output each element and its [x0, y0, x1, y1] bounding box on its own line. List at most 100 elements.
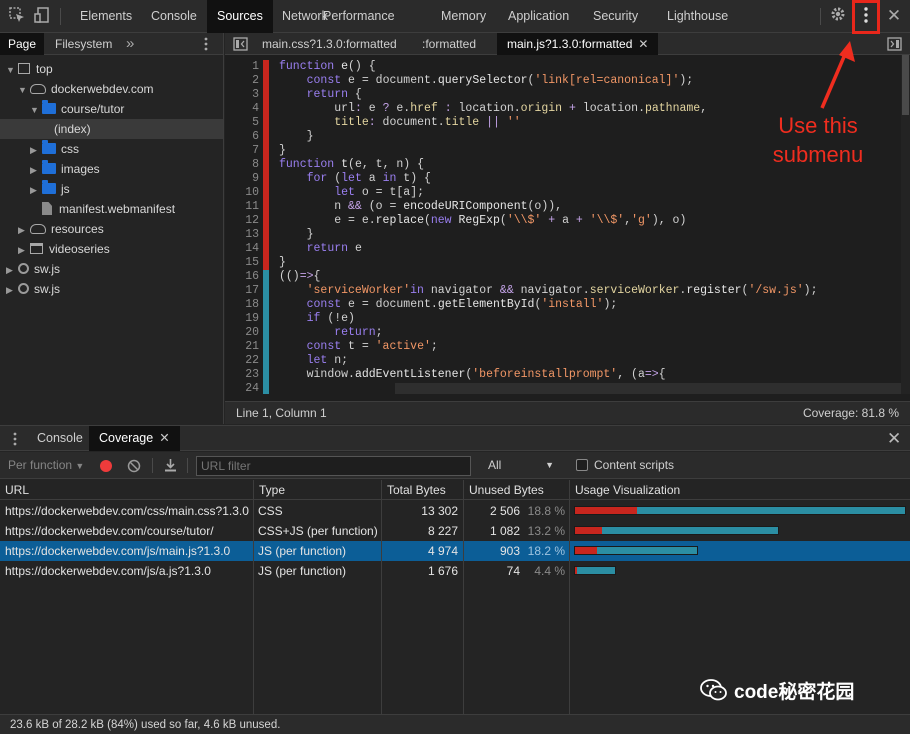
- device-toolbar-icon[interactable]: [33, 6, 53, 26]
- more-tabs-chevron-icon[interactable]: »: [126, 35, 134, 52]
- type-filter-select[interactable]: All ▼: [488, 458, 556, 472]
- clear-icon[interactable]: [127, 459, 141, 476]
- tree-item[interactable]: ▼ course/tutor: [0, 99, 223, 119]
- column-header-total-bytes[interactable]: Total Bytes: [382, 480, 463, 500]
- code-line[interactable]: 1 function e() {: [225, 60, 910, 74]
- tree-item[interactable]: ▶ css: [0, 139, 223, 159]
- tree-item[interactable]: ▼ top: [0, 59, 223, 79]
- table-row[interactable]: https://dockerwebdev.com/css/main.css?1.…: [0, 501, 910, 521]
- tab-sources[interactable]: Sources: [207, 0, 273, 33]
- code-line[interactable]: 13 }: [225, 228, 910, 242]
- expand-triangle-icon[interactable]: ▶: [30, 140, 42, 160]
- code-line[interactable]: 23 window.addEventListener('beforeinstal…: [225, 368, 910, 382]
- column-header-usage-visualization[interactable]: Usage Visualization: [570, 480, 910, 500]
- code-line[interactable]: 10 let o = t[a];: [225, 186, 910, 200]
- url-filter-input[interactable]: [196, 456, 471, 476]
- column-header-unused-bytes[interactable]: Unused Bytes: [464, 480, 569, 500]
- line-number[interactable]: 24: [225, 382, 263, 394]
- line-number[interactable]: 16: [225, 270, 263, 284]
- line-number[interactable]: 13: [225, 228, 263, 242]
- toggle-navigator-icon[interactable]: [233, 37, 248, 54]
- tree-item[interactable]: ▶ images: [0, 159, 223, 179]
- expand-triangle-icon[interactable]: ▶: [30, 180, 42, 200]
- drawer-tab-coverage[interactable]: Coverage ✕: [89, 426, 180, 451]
- line-number[interactable]: 8: [225, 158, 263, 172]
- record-button[interactable]: [100, 460, 112, 472]
- line-number[interactable]: 6: [225, 130, 263, 144]
- tree-item[interactable]: ▶ sw.js: [0, 279, 223, 299]
- expand-triangle-icon[interactable]: ▶: [18, 240, 30, 260]
- line-number[interactable]: 2: [225, 74, 263, 88]
- editor-tab-formatted[interactable]: :formatted: [412, 33, 486, 55]
- editor-tab-main-css[interactable]: main.css?1.3.0:formatted: [252, 33, 407, 55]
- code-line[interactable]: 16 (()=>{: [225, 270, 910, 284]
- code-line[interactable]: 22 let n;: [225, 354, 910, 368]
- close-devtools-icon[interactable]: ✕: [884, 6, 904, 26]
- line-number[interactable]: 12: [225, 214, 263, 228]
- line-number[interactable]: 20: [225, 326, 263, 340]
- content-scripts-checkbox[interactable]: [576, 459, 588, 471]
- export-icon[interactable]: [164, 458, 177, 475]
- column-header-url[interactable]: URL: [0, 480, 253, 500]
- tree-item[interactable]: (index): [0, 119, 223, 139]
- line-number[interactable]: 3: [225, 88, 263, 102]
- line-number[interactable]: 9: [225, 172, 263, 186]
- tab-elements[interactable]: Elements: [70, 0, 142, 33]
- code-line[interactable]: 9 for (let a in t) {: [225, 172, 910, 186]
- tree-item[interactable]: ▼ dockerwebdev.com: [0, 79, 223, 99]
- line-number[interactable]: 23: [225, 368, 263, 382]
- line-number[interactable]: 11: [225, 200, 263, 214]
- code-line[interactable]: 21 const t = 'active';: [225, 340, 910, 354]
- tab-lighthouse[interactable]: Lighthouse: [657, 0, 738, 33]
- editor-tab-main-js[interactable]: main.js?1.3.0:formatted ✕: [497, 33, 659, 55]
- close-drawer-icon[interactable]: ✕: [887, 429, 901, 449]
- tab-performance[interactable]: Performance: [313, 0, 405, 33]
- line-number[interactable]: 7: [225, 144, 263, 158]
- expand-triangle-icon[interactable]: ▼: [6, 60, 18, 80]
- tree-item[interactable]: ▶ videoseries: [0, 239, 223, 259]
- line-number[interactable]: 1: [225, 60, 263, 74]
- table-row[interactable]: https://dockerwebdev.com/js/main.js?1.3.…: [0, 541, 910, 561]
- line-number[interactable]: 18: [225, 298, 263, 312]
- navigator-menu-icon[interactable]: [203, 36, 209, 55]
- code-line[interactable]: 19 if (!e): [225, 312, 910, 326]
- close-tab-icon[interactable]: ✕: [159, 431, 169, 445]
- code-line[interactable]: 12 e = e.replace(new RegExp('\\$' + a + …: [225, 214, 910, 228]
- expand-triangle-icon[interactable]: ▶: [18, 220, 30, 240]
- line-number[interactable]: 22: [225, 354, 263, 368]
- toggle-debugger-icon[interactable]: [887, 37, 902, 54]
- tree-item[interactable]: manifest.webmanifest: [0, 199, 223, 219]
- code-line[interactable]: 11 n && (o = encodeURIComponent(o)),: [225, 200, 910, 214]
- tab-memory[interactable]: Memory: [431, 0, 496, 33]
- vertical-scrollbar[interactable]: [901, 55, 910, 394]
- code-line[interactable]: 14 return e: [225, 242, 910, 256]
- code-line[interactable]: 18 const e = document.getElementById('in…: [225, 298, 910, 312]
- line-number[interactable]: 10: [225, 186, 263, 200]
- tab-filesystem[interactable]: Filesystem: [47, 33, 120, 55]
- code-line[interactable]: 15}: [225, 256, 910, 270]
- line-number[interactable]: 5: [225, 116, 263, 130]
- tree-item[interactable]: ▶ resources: [0, 219, 223, 239]
- expand-triangle-icon[interactable]: ▼: [18, 80, 30, 100]
- expand-triangle-icon[interactable]: ▶: [30, 160, 42, 180]
- tree-item[interactable]: ▶ js: [0, 179, 223, 199]
- drawer-menu-icon[interactable]: [12, 431, 18, 450]
- table-row[interactable]: https://dockerwebdev.com/js/a.js?1.3.0 JS…: [0, 561, 910, 581]
- tab-console[interactable]: Console: [141, 0, 207, 33]
- code-line[interactable]: 17 'serviceWorker'in navigator && naviga…: [225, 284, 910, 298]
- line-number[interactable]: 21: [225, 340, 263, 354]
- code-line[interactable]: 2 const e = document.querySelector('link…: [225, 74, 910, 88]
- code-line[interactable]: 3 return {: [225, 88, 910, 102]
- line-number[interactable]: 4: [225, 102, 263, 116]
- tree-item[interactable]: ▶ sw.js: [0, 259, 223, 279]
- gear-icon[interactable]: [828, 6, 848, 26]
- expand-triangle-icon[interactable]: ▶: [6, 260, 18, 280]
- horizontal-scrollbar[interactable]: [395, 383, 901, 394]
- table-row[interactable]: https://dockerwebdev.com/course/tutor/CS…: [0, 521, 910, 541]
- line-number[interactable]: 17: [225, 284, 263, 298]
- column-header-type[interactable]: Type: [254, 480, 381, 500]
- line-number[interactable]: 19: [225, 312, 263, 326]
- expand-triangle-icon[interactable]: ▶: [6, 280, 18, 300]
- close-tab-icon[interactable]: ✕: [638, 37, 648, 51]
- inspect-element-icon[interactable]: [7, 6, 27, 26]
